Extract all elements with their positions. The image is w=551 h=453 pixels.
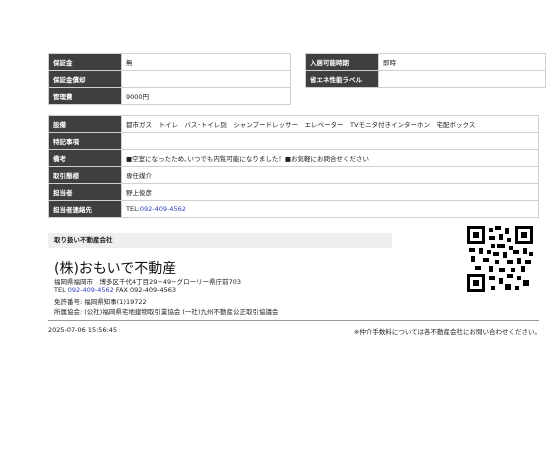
property-detail-page: 保証金 無 入居可能時期 即時 保証金償却 省エネ性能ラベル 管理費 9000円… [0,0,551,453]
equipment-value: 都市ガス トイレ バス･トイレ別 シャンプードレッサー エレベーター TVモニタ… [121,115,539,133]
tel-prefix: TEL: [126,205,140,213]
management-fee-value: 9000円 [121,87,291,105]
qr-code-icon[interactable] [467,226,533,292]
agency-fax: FAX 092-409-4563 [113,286,177,294]
staff-value: 野上俊彦 [121,183,539,201]
move-in-label: 入居可能時期 [305,53,379,71]
transaction-type-label: 取引態様 [48,166,122,184]
agency-phone-link[interactable]: 092-409-4562 [68,286,114,294]
remarks-value: ■空室になったため､いつでも内覧可能になりました！■お気軽にお問合せください [121,149,539,167]
remarks-label: 備考 [48,149,122,167]
table-row: 設備 都市ガス トイレ バス･トイレ別 シャンプードレッサー エレベーター TV… [48,115,539,133]
special-notes-value [121,132,539,150]
table-row: 取引態様 専任媒介 [48,166,539,184]
agency-phone-line: TEL 092-409-4562 FAX 092-409-4563 [54,286,176,294]
agency-address: 福岡県福岡市 博多区千代4丁目29−49−グローリー県庁前703 [54,278,241,286]
deposit-amortization-label: 保証金償却 [48,70,122,88]
deposit-value: 無 [121,53,291,71]
energy-label-label: 省エネ性能ラベル [305,70,379,88]
special-notes-label: 特記事項 [48,132,122,150]
equipment-label: 設備 [48,115,122,133]
agency-association: 所属協会: (公社)福岡県宅地建物取引業協会 (一社)九州不動産公正取引協議会 [54,308,279,316]
property-details-table: 設備 都市ガス トイレ バス･トイレ別 シャンプードレッサー エレベーター TV… [48,115,539,218]
table-row: 特記事項 [48,132,539,150]
table-row: 備考 ■空室になったため､いつでも内覧可能になりました！■お気軽にお問合せくださ… [48,149,539,167]
energy-label-value [378,70,546,88]
agency-section-heading: 取り扱い不動産会社 [48,233,392,248]
deposit-label: 保証金 [48,53,122,71]
transaction-type-value: 専任媒介 [121,166,539,184]
tel-label: TEL [54,286,68,294]
property-terms-table: 保証金 無 入居可能時期 即時 保証金償却 省エネ性能ラベル 管理費 9000円 [48,53,546,105]
agency-name: (株)おもいで不動産 [54,261,177,277]
table-row: 保証金償却 省エネ性能ラベル [48,70,546,88]
move-in-value: 即時 [378,53,546,71]
staff-label: 担当者 [48,183,122,201]
table-row: 担当者連絡先 TEL:092-409-4562 [48,200,539,218]
management-fee-label: 管理費 [48,87,122,105]
table-row: 担当者 野上俊彦 [48,183,539,201]
fee-notice: ※仲介手数料については各不動産会社にお問い合わせください。 [353,328,541,336]
deposit-amortization-value [121,70,291,88]
agency-license: 免許番号: 福岡県知事(1)19722 [54,298,147,306]
table-row: 管理費 9000円 [48,87,546,105]
staff-phone-link[interactable]: 092-409-4562 [140,205,186,213]
staff-contact-value: TEL:092-409-4562 [121,200,539,218]
table-row: 保証金 無 入居可能時期 即時 [48,53,546,71]
print-timestamp: 2025-07-06 15:56:45 [48,326,118,334]
divider [48,320,539,321]
staff-contact-label: 担当者連絡先 [48,200,122,218]
